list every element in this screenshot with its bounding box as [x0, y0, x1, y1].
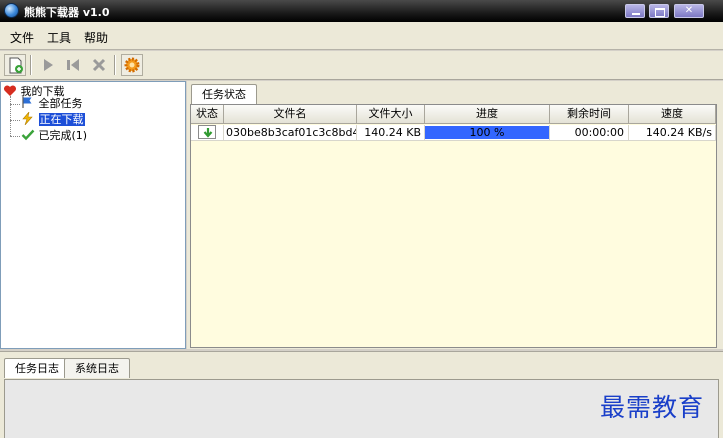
row-progress-cell: 100 % — [425, 125, 550, 141]
tree-connector — [10, 120, 20, 121]
maximize-button[interactable] — [649, 4, 669, 18]
minimize-button[interactable] — [625, 4, 645, 18]
menu-tools[interactable]: 工具 — [47, 29, 71, 46]
menu-help[interactable]: 帮助 — [84, 29, 108, 46]
toolbar-separator — [30, 55, 32, 75]
download-tree: 我的下载 全部任务 正在下载 已完成(1) — [0, 81, 186, 349]
checkmark-icon — [21, 129, 35, 141]
title-bar: 熊熊下载器 v1.0 ✕ — [0, 0, 723, 22]
task-panel: 任务状态 状态 文件名 文件大小 进度 剩余时间 速度 030be8b3caf0… — [187, 81, 723, 349]
row-time-left-cell: 00:00:00 — [550, 125, 629, 141]
task-table: 状态 文件名 文件大小 进度 剩余时间 速度 030be8b3caf01c3c8… — [190, 104, 717, 348]
download-arrow-icon — [198, 125, 216, 139]
skip-back-icon — [67, 59, 79, 71]
delete-icon — [92, 58, 106, 72]
gear-icon — [124, 57, 140, 73]
tree-connector — [10, 96, 11, 136]
tree-item-downloading[interactable]: 正在下载 — [21, 110, 85, 128]
column-header-speed[interactable]: 速度 — [629, 105, 716, 124]
column-header-filename[interactable]: 文件名 — [224, 105, 357, 124]
row-speed-cell: 140.24 KB/s — [629, 125, 716, 141]
lightning-icon — [22, 110, 33, 126]
row-filename-cell[interactable]: 030be8b3caf01c3c8bd4... — [224, 125, 357, 141]
column-header-time-left[interactable]: 剩余时间 — [550, 105, 629, 124]
tab-task-log[interactable]: 任务日志 — [4, 358, 70, 378]
tree-item-label: 正在下载 — [38, 113, 85, 126]
column-header-progress[interactable]: 进度 — [425, 105, 550, 124]
window-title: 熊熊下载器 v1.0 — [24, 6, 110, 19]
delete-button[interactable] — [88, 54, 110, 76]
column-header-status[interactable]: 状态 — [191, 105, 224, 124]
start-button[interactable] — [37, 54, 59, 76]
row-size-cell: 140.24 KB — [357, 125, 425, 141]
tab-system-log[interactable]: 系统日志 — [64, 358, 130, 378]
row-status-cell[interactable] — [191, 125, 224, 141]
progress-label: 100 % — [469, 126, 505, 139]
pause-button[interactable] — [62, 54, 84, 76]
tree-item-completed[interactable]: 已完成(1) — [21, 128, 87, 144]
menu-bar: 文件 工具 帮助 — [0, 22, 723, 50]
column-header-size[interactable]: 文件大小 — [357, 105, 425, 124]
settings-button[interactable] — [121, 54, 143, 76]
toolbar — [0, 51, 723, 80]
new-task-button[interactable] — [4, 54, 26, 76]
flag-icon — [22, 97, 32, 108]
tree-connector — [10, 104, 20, 105]
tree-item-label: 全部任务 — [38, 97, 83, 110]
tree-connector — [10, 136, 20, 137]
toolbar-separator — [114, 55, 116, 75]
tree-item-all-tasks[interactable]: 全部任务 — [21, 96, 83, 112]
app-globe-icon — [4, 3, 19, 18]
new-document-icon — [9, 57, 23, 74]
watermark-text: 最需教育 — [600, 393, 705, 422]
menu-file[interactable]: 文件 — [10, 29, 34, 46]
tab-task-status[interactable]: 任务状态 — [191, 84, 257, 105]
tree-item-label: 已完成(1) — [38, 129, 88, 142]
play-icon — [44, 59, 53, 71]
close-button[interactable]: ✕ — [674, 4, 704, 18]
